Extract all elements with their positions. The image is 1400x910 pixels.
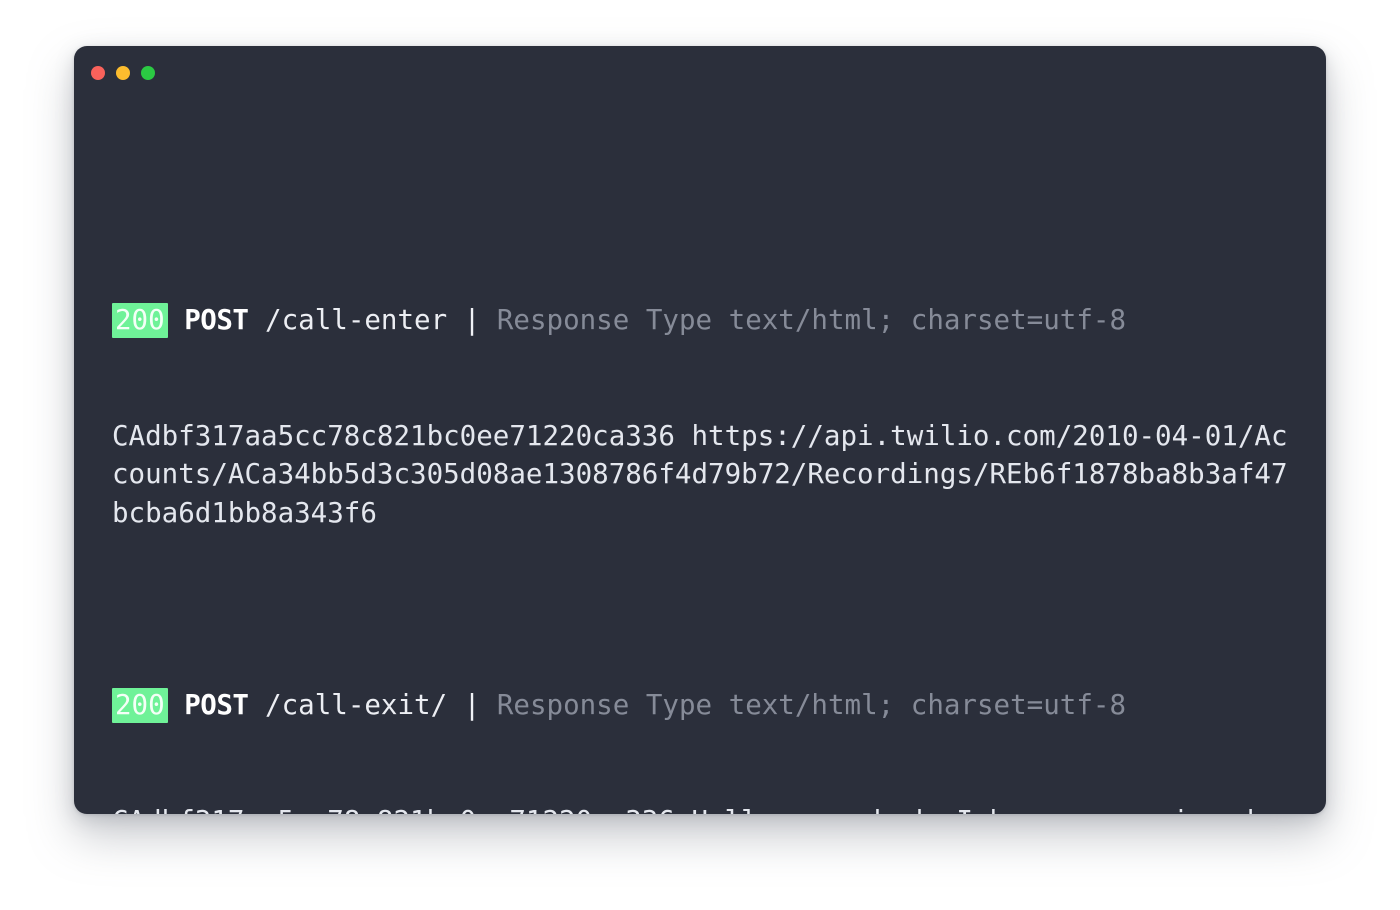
separator: | bbox=[463, 689, 481, 721]
http-method: POST bbox=[184, 304, 249, 336]
desktop-background: 200 POST /call-enter | Response Type tex… bbox=[0, 0, 1400, 910]
log-entry-body: CAdbf317aa5cc78c821bc0ee71220ca336 Hello… bbox=[112, 802, 1298, 815]
separator: | bbox=[463, 304, 481, 336]
console-log: 200 POST /call-enter | Response Type tex… bbox=[112, 147, 1298, 814]
log-entry-header: 200 POST /call-exit/ | Response Type tex… bbox=[112, 686, 1298, 725]
status-badge: 200 bbox=[112, 303, 168, 338]
response-type-label: Response Type bbox=[496, 304, 713, 336]
response-type-label: Response Type bbox=[496, 689, 713, 721]
terminal-console[interactable]: 200 POST /call-enter | Response Type tex… bbox=[74, 46, 1326, 814]
log-entry-body: CAdbf317aa5cc78c821bc0ee71220ca336 https… bbox=[112, 419, 1288, 529]
request-route: /call-exit/ bbox=[265, 689, 448, 721]
terminal-window[interactable]: 200 POST /call-enter | Response Type tex… bbox=[74, 46, 1326, 814]
response-type-value: text/html; charset=utf-8 bbox=[728, 304, 1126, 336]
log-entry-header: 200 POST /call-enter | Response Type tex… bbox=[112, 301, 1298, 340]
status-badge: 200 bbox=[112, 688, 168, 723]
http-method: POST bbox=[184, 689, 249, 721]
response-type-value: text/html; charset=utf-8 bbox=[728, 689, 1126, 721]
request-route: /call-enter bbox=[265, 304, 448, 336]
